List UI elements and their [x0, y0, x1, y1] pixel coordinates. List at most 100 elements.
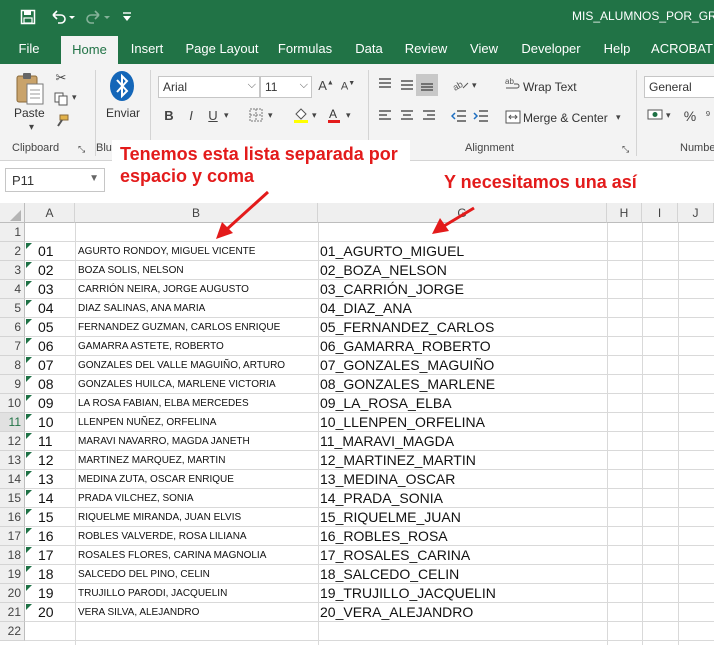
cell-a[interactable]: 09: [25, 394, 75, 413]
align-center-icon[interactable]: [398, 110, 416, 125]
cell-g[interactable]: 07_GONZALES_MAGUIÑO: [318, 356, 607, 375]
tab-help[interactable]: Help: [598, 34, 636, 64]
column-header-h[interactable]: H: [607, 203, 642, 223]
row-header[interactable]: 9: [0, 375, 25, 394]
paste-dropdown-icon[interactable]: ▾: [29, 122, 34, 133]
increase-font-icon[interactable]: A▲: [318, 78, 334, 93]
bluetooth-icon[interactable]: [107, 70, 137, 104]
cell-a[interactable]: 17: [25, 546, 75, 565]
redo-icon[interactable]: [84, 6, 114, 28]
font-color-icon[interactable]: A: [326, 106, 342, 127]
cell-g[interactable]: [318, 223, 607, 242]
cell-a[interactable]: 06: [25, 337, 75, 356]
cell-g[interactable]: 14_PRADA_SONIA: [318, 489, 607, 508]
tab-view[interactable]: View: [464, 34, 504, 64]
tab-page-layout[interactable]: Page Layout: [183, 34, 261, 64]
merge-center-button[interactable]: Merge & Center: [523, 111, 608, 125]
cell-a[interactable]: 20: [25, 603, 75, 622]
align-bottom-icon[interactable]: [416, 74, 438, 96]
accounting-format-icon[interactable]: [646, 108, 664, 125]
fill-color-dropdown-icon[interactable]: ▾: [312, 110, 317, 121]
paste-button[interactable]: Paste: [14, 106, 45, 120]
cell-b[interactable]: MARTINEZ MARQUEZ, MARTIN: [75, 451, 318, 470]
cell-b[interactable]: LLENPEN NUÑEZ, ORFELINA: [75, 413, 318, 432]
cell-b[interactable]: RIQUELME MIRANDA, JUAN ELVIS: [75, 508, 318, 527]
cell-a[interactable]: 19: [25, 584, 75, 603]
cell-b[interactable]: MARAVI NAVARRO, MAGDA JANETH: [75, 432, 318, 451]
cell-g[interactable]: 12_MARTINEZ_MARTIN: [318, 451, 607, 470]
clipboard-launcher-icon[interactable]: ⤡: [78, 144, 85, 155]
copy-icon[interactable]: [52, 92, 70, 109]
save-icon[interactable]: [16, 6, 40, 28]
cell-b[interactable]: FERNANDEZ GUZMAN, CARLOS ENRIQUE: [75, 318, 318, 337]
column-header-i[interactable]: I: [642, 203, 678, 223]
cell-g[interactable]: 01_AGURTO_MIGUEL: [318, 242, 607, 261]
cell-a[interactable]: 16: [25, 527, 75, 546]
cell-g[interactable]: 04_DIAZ_ANA: [318, 299, 607, 318]
undo-icon[interactable]: [48, 6, 78, 28]
cell-b[interactable]: SALCEDO DEL PINO, CELIN: [75, 565, 318, 584]
cell-b[interactable]: ROSALES FLORES, CARINA MAGNOLIA: [75, 546, 318, 565]
tab-data[interactable]: Data: [349, 34, 389, 64]
cell-g[interactable]: 18_SALCEDO_CELIN: [318, 565, 607, 584]
cell-g[interactable]: 17_ROSALES_CARINA: [318, 546, 607, 565]
cell-g[interactable]: 09_LA_ROSA_ELBA: [318, 394, 607, 413]
name-box[interactable]: P11 ▼: [5, 168, 105, 192]
paste-icon[interactable]: [12, 70, 46, 106]
cell-b[interactable]: PRADA VILCHEZ, SONIA: [75, 489, 318, 508]
cell-b[interactable]: GAMARRA ASTETE, ROBERTO: [75, 337, 318, 356]
number-format-select[interactable]: General: [644, 76, 714, 98]
row-header[interactable]: 10: [0, 394, 25, 413]
cell-g[interactable]: 11_MARAVI_MAGDA: [318, 432, 607, 451]
cell-a[interactable]: 15: [25, 508, 75, 527]
align-left-icon[interactable]: [376, 110, 394, 125]
cell-a[interactable]: 05: [25, 318, 75, 337]
cell-g[interactable]: 02_BOZA_NELSON: [318, 261, 607, 280]
cell-b[interactable]: LA ROSA FABIAN, ELBA MERCEDES: [75, 394, 318, 413]
row-header[interactable]: 5: [0, 299, 25, 318]
row-header[interactable]: 11: [0, 413, 25, 432]
tab-file[interactable]: File: [8, 34, 50, 64]
cut-icon[interactable]: ✂: [52, 70, 70, 86]
row-header[interactable]: 13: [0, 451, 25, 470]
underline-dropdown-icon[interactable]: ▾: [224, 110, 229, 121]
row-header[interactable]: 2: [0, 242, 25, 261]
font-name-select[interactable]: Arial ⌵: [158, 76, 260, 98]
row-header[interactable]: 4: [0, 280, 25, 299]
row-header[interactable]: 8: [0, 356, 25, 375]
column-header-j[interactable]: J: [678, 203, 714, 223]
increase-indent-icon[interactable]: [472, 110, 490, 125]
tab-formulas[interactable]: Formulas: [274, 34, 336, 64]
customize-quick-access-icon[interactable]: [118, 6, 136, 28]
tab-review[interactable]: Review: [400, 34, 452, 64]
row-header[interactable]: 3: [0, 261, 25, 280]
row-header[interactable]: 15: [0, 489, 25, 508]
cell-g[interactable]: 19_TRUJILLO_JACQUELIN: [318, 584, 607, 603]
row-header[interactable]: 12: [0, 432, 25, 451]
merge-dropdown-icon[interactable]: ▾: [616, 112, 621, 123]
cell-g[interactable]: 16_ROBLES_ROSA: [318, 527, 607, 546]
decrease-indent-icon[interactable]: [450, 110, 468, 125]
align-top-icon[interactable]: [376, 78, 394, 93]
cell-a[interactable]: 01: [25, 242, 75, 261]
fill-color-icon[interactable]: [292, 106, 310, 127]
cell-g[interactable]: 05_FERNANDEZ_CARLOS: [318, 318, 607, 337]
percent-button[interactable]: %: [682, 108, 698, 124]
borders-icon[interactable]: [248, 108, 264, 125]
cell-a[interactable]: 04: [25, 299, 75, 318]
comma-style-icon[interactable]: ⁹: [702, 108, 714, 122]
cell-b[interactable]: [75, 223, 318, 242]
cell-g[interactable]: 20_VERA_ALEJANDRO: [318, 603, 607, 622]
column-header-g[interactable]: G: [318, 203, 607, 223]
cell-b[interactable]: [75, 622, 318, 641]
orientation-dropdown-icon[interactable]: ▾: [472, 80, 477, 91]
enviar-button[interactable]: Enviar: [106, 106, 140, 120]
cell-b[interactable]: DIAZ SALINAS, ANA MARIA: [75, 299, 318, 318]
borders-dropdown-icon[interactable]: ▾: [268, 110, 273, 121]
cell-g[interactable]: 15_RIQUELME_JUAN: [318, 508, 607, 527]
row-header[interactable]: 22: [0, 622, 25, 641]
cell-g[interactable]: 10_LLENPEN_ORFELINA: [318, 413, 607, 432]
row-header[interactable]: 6: [0, 318, 25, 337]
row-header[interactable]: 18: [0, 546, 25, 565]
cell-g[interactable]: 13_MEDINA_OSCAR: [318, 470, 607, 489]
